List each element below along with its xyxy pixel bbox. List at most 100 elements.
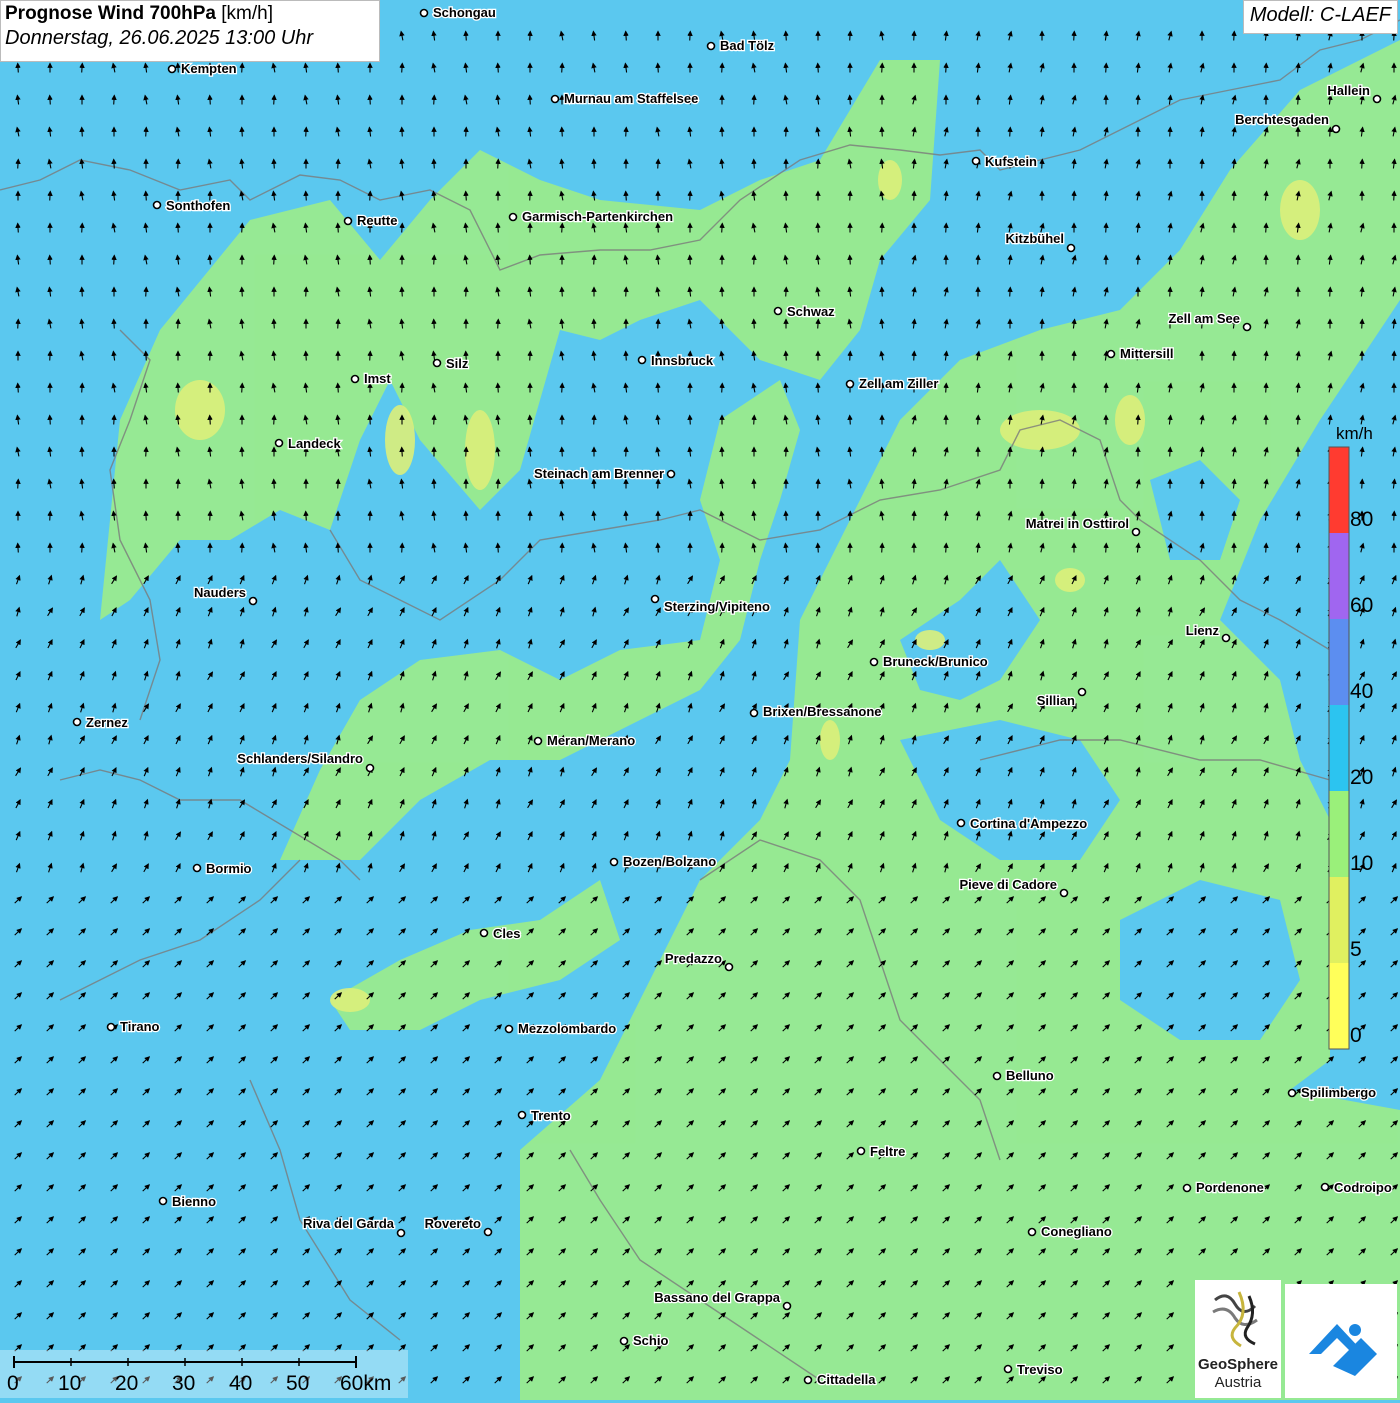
wind-arrow: [751, 94, 757, 105]
wind-arrow: [175, 62, 181, 73]
city-label: Bienno: [172, 1194, 216, 1209]
wind-arrow: [911, 510, 917, 521]
wind-arrow: [207, 94, 213, 105]
wind-arrow: [143, 286, 149, 297]
wind-arrow: [879, 62, 885, 73]
city-dot: [483, 1227, 493, 1237]
wind-arrow: [591, 254, 597, 265]
weather-app-logo[interactable]: [1285, 1284, 1397, 1398]
wind-arrow: [335, 62, 341, 73]
city-label: Bruneck/Brunico: [883, 654, 988, 669]
wind-arrow: [879, 542, 885, 553]
wind-arrow: [1295, 94, 1301, 105]
wind-arrow: [367, 190, 373, 201]
scale-label-0: 0: [7, 1372, 19, 1395]
city-label: Berchtesgaden: [1235, 112, 1329, 127]
wind-arrow: [783, 190, 789, 201]
wind-arrow: [15, 222, 21, 233]
wind-arrow: [655, 542, 661, 553]
city-label: Bassano del Grappa: [654, 1290, 780, 1305]
city-label: Lienz: [1186, 623, 1220, 638]
cloud-arrow-icon: [1309, 1324, 1377, 1376]
wind-arrow: [431, 158, 437, 169]
wind-arrow: [335, 382, 341, 393]
city-dot: [1320, 1182, 1330, 1192]
city-dot: [1131, 527, 1141, 537]
wind-arrow: [1135, 254, 1141, 265]
wind-arrow: [463, 30, 469, 41]
city-dot: [504, 1024, 514, 1034]
wind-arrow: [239, 126, 245, 137]
wind-arrow: [1039, 318, 1045, 329]
map-title-unit: [km/h]: [221, 3, 274, 24]
legend-swatch-5: [1329, 877, 1349, 963]
wind-arrow: [815, 382, 821, 393]
wind-arrow: [175, 222, 181, 233]
city-label: Trento: [531, 1108, 571, 1123]
wind-arrow: [847, 350, 853, 361]
wind-arrow: [1167, 446, 1173, 457]
wind-arrow: [207, 510, 213, 521]
model-label: Modell: C-LAEF: [1242, 0, 1398, 34]
wind-arrow: [1071, 350, 1077, 361]
wind-arrow: [1263, 542, 1269, 553]
city-dot: [609, 857, 619, 867]
legend-swatch-60: [1329, 533, 1349, 619]
wind-arrow: [847, 254, 853, 265]
wind-arrow: [47, 94, 53, 105]
city-label: Mittersill: [1120, 346, 1173, 361]
wind-arrow: [655, 222, 661, 233]
city-dot: [533, 736, 543, 746]
legend-unit: km/h: [1336, 424, 1373, 443]
wind-arrow: [367, 350, 373, 361]
wind-arrow: [463, 446, 469, 457]
wind-arrow: [367, 414, 373, 425]
wind-arrow: [335, 222, 341, 233]
wind-arrow: [975, 254, 981, 265]
title-box: Prognose Wind 700hPa [km/h] Donnerstag, …: [0, 0, 380, 62]
city-dot: [419, 8, 429, 18]
wind-arrow: [1295, 254, 1301, 265]
wind-arrow: [143, 510, 149, 521]
wind-arrow: [975, 94, 981, 105]
wind-arrow: [623, 126, 629, 137]
wind-arrow: [527, 510, 533, 521]
wind-arrow: [239, 446, 245, 457]
wind-arrow: [751, 318, 757, 329]
wind-arrow: [1327, 286, 1333, 297]
wind-arrow: [1231, 30, 1237, 41]
city-dot: [773, 306, 783, 316]
wind-arrow: [239, 542, 245, 553]
city-dot: [956, 818, 966, 828]
city-dot: [1287, 1088, 1297, 1098]
wind-arrow: [847, 510, 853, 521]
wind-arrow: [111, 254, 117, 265]
wind-arrow: [847, 190, 853, 201]
city-dot: [274, 438, 284, 448]
wind-arrow: [1167, 286, 1173, 297]
geosphere-logo[interactable]: GeoSphere Austria: [1195, 1280, 1281, 1398]
scale-label-20: 20: [115, 1372, 139, 1395]
wind-arrow: [623, 446, 629, 457]
wind-arrow: [175, 382, 181, 393]
wind-arrow: [399, 382, 405, 393]
wind-arrow: [143, 190, 149, 201]
wind-arrow: [847, 30, 853, 41]
city-dot: [106, 1022, 116, 1032]
wind-arrow: [79, 542, 85, 553]
wind-arrow: [399, 126, 405, 137]
geosphere-icon: [1212, 1291, 1258, 1348]
city-dot: [550, 94, 560, 104]
city-label: Zell am See: [1168, 311, 1240, 326]
wind-arrow: [815, 158, 821, 169]
wind-arrow: [431, 414, 437, 425]
wind-arrow: [431, 94, 437, 105]
wind-arrow: [719, 62, 725, 73]
wind-arrow: [303, 126, 309, 137]
wind-arrow: [143, 446, 149, 457]
wind-arrow: [463, 510, 469, 521]
wind-arrow: [79, 446, 85, 457]
wind-arrow: [783, 126, 789, 137]
city-label: Imst: [364, 371, 391, 386]
wind-arrow: [271, 254, 277, 265]
